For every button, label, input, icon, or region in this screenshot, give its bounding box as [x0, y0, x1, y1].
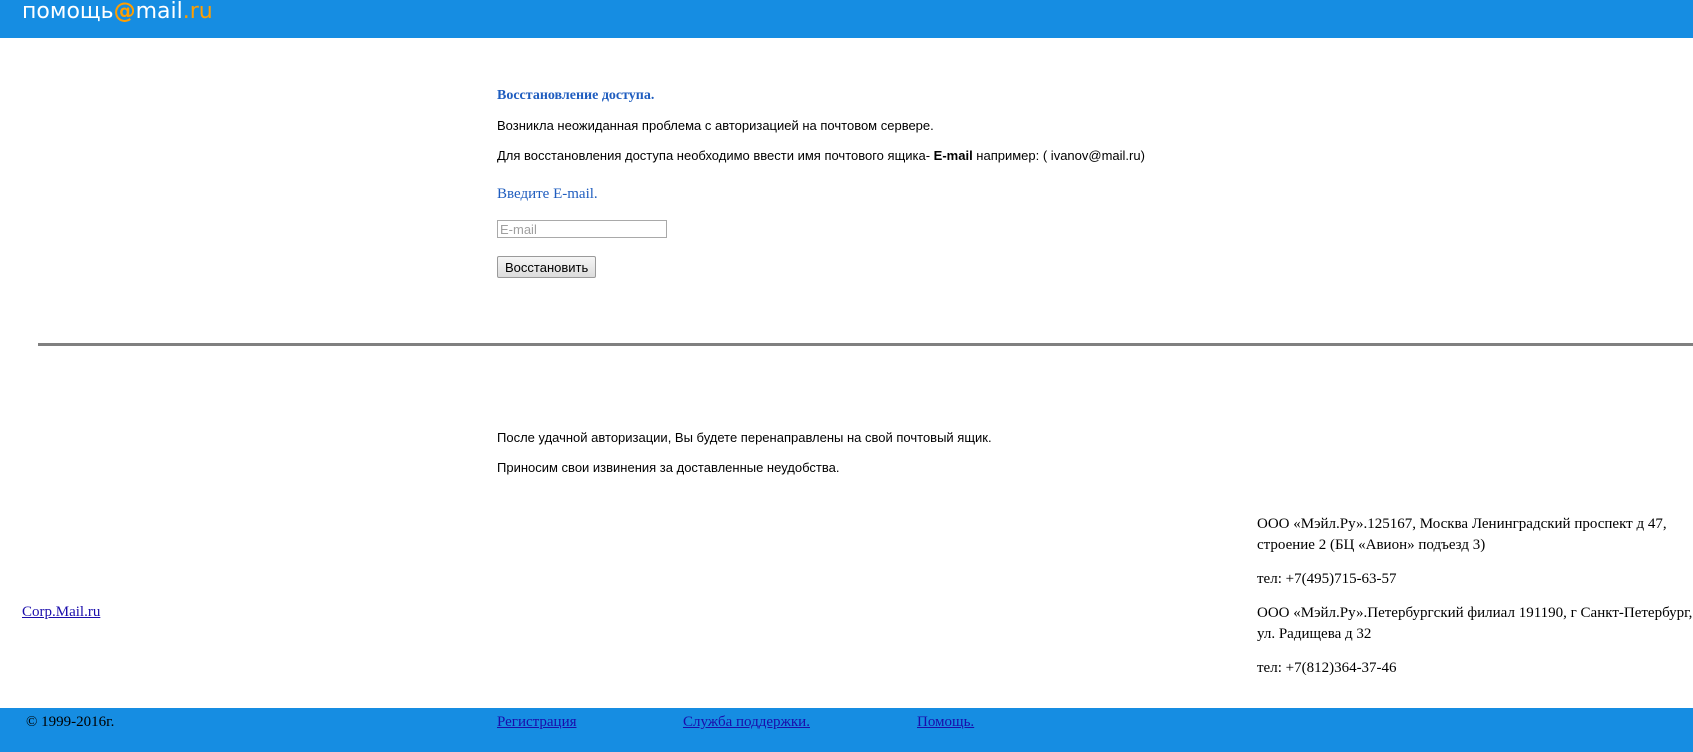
email-input[interactable]: [497, 220, 667, 238]
auth-problem-text: Возникла неожиданная проблема с авториза…: [497, 118, 934, 133]
logo-ru: .ru: [182, 0, 213, 24]
moscow-address-line2: строение 2 (БЦ «Авион» подъезд 3): [1257, 537, 1486, 553]
support-link[interactable]: Служба поддержки.: [683, 714, 810, 731]
logo-prefix: помощь: [22, 0, 114, 24]
moscow-address-line1: ООО «Мэйл.Ру».125167, Москва Ленинградск…: [1257, 516, 1667, 532]
instruction-bold: E-mail: [933, 148, 973, 163]
corp-mail-link[interactable]: Corp.Mail.ru: [22, 604, 100, 621]
spb-address-line1: ООО «Мэйл.Ру».Петербургский филиал 19119…: [1257, 605, 1693, 621]
instruction-prefix: Для восстановления доступа необходимо вв…: [497, 148, 934, 163]
apology-text: Приносим свои извинения за доставленные …: [497, 460, 840, 475]
page-title: Восстановление доступа.: [497, 88, 655, 103]
spb-phone: тел: +7(812)364-37-46: [1257, 660, 1397, 676]
instruction-suffix: например: ( ivanov@mail.ru): [972, 148, 1145, 163]
logo-at: @: [113, 0, 136, 24]
help-link[interactable]: Помощь.: [917, 714, 974, 731]
email-prompt-label: Введите E-mail.: [497, 186, 598, 202]
restore-button[interactable]: Восстановить: [497, 256, 597, 278]
redirect-notice: После удачной авторизации, Вы будете пер…: [497, 430, 992, 445]
moscow-phone: тел: +7(495)715-63-57: [1257, 571, 1397, 587]
horizontal-divider: [38, 343, 1693, 346]
copyright-text: © 1999-2016г.: [26, 714, 115, 730]
top-header-bar: помощь@mail.ru: [0, 0, 1693, 38]
help-mail-logo[interactable]: помощь@mail.ru: [22, 0, 213, 26]
spb-address-line2: ул. Радищева д 32: [1257, 626, 1372, 642]
footer-bar: © 1999-2016г. Регистрация Служба поддерж…: [0, 708, 1693, 752]
instruction-text: Для восстановления доступа необходимо вв…: [497, 148, 1145, 163]
logo-mail: mail: [135, 0, 183, 24]
registration-link[interactable]: Регистрация: [497, 714, 577, 731]
